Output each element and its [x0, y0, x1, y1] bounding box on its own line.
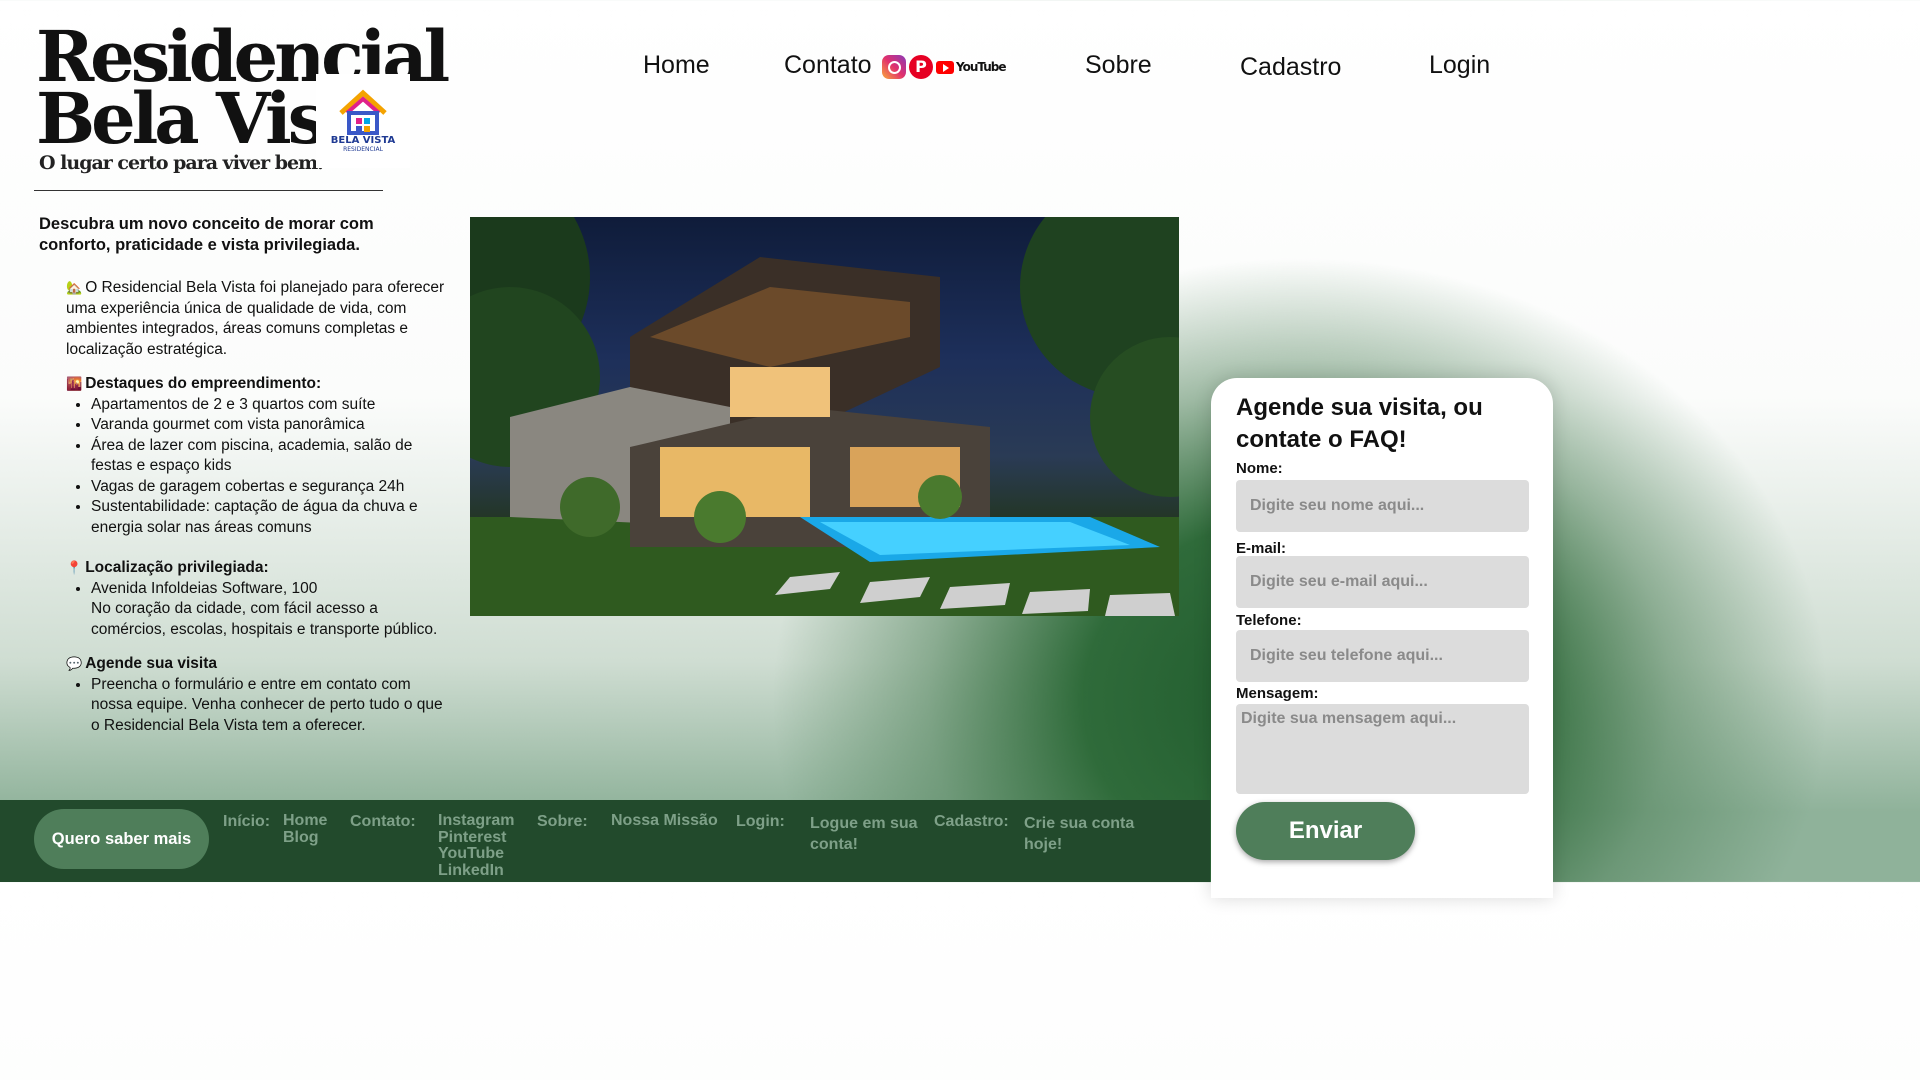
location-title: Localização privilegiada: [85, 559, 269, 576]
footer-link-youtube[interactable]: YouTube [438, 845, 514, 863]
youtube-wordmark: YouTube [956, 60, 1007, 74]
footer-login-links: Logue em sua conta! [810, 813, 930, 855]
footer-contato-label: Contato: [350, 813, 416, 830]
badge-subtitle: RESIDENCIAL [343, 146, 383, 153]
visit-list: Preencha o formulário e entre em contato… [66, 675, 446, 737]
social-links: P YouTube [882, 55, 1007, 79]
city-icon: 🌇 [66, 376, 83, 391]
list-item: Varanda gourmet com vista panorâmica [91, 415, 446, 436]
list-item: Avenida Infoldeias Software, 100 No coraç… [91, 579, 446, 641]
house-logo-icon [339, 89, 387, 135]
highlights-heading: 🌇 Destaques do empreendimento: [66, 374, 446, 395]
logo-badge: BELA VISTA RESIDENCIAL [316, 74, 410, 168]
main-nav: Home Contato Sobre Cadastro Login [0, 48, 1568, 88]
chat-bubble-icon: 💬 [66, 656, 83, 671]
phone-label: Telefone: [1236, 612, 1302, 629]
list-item: Apartamentos de 2 e 3 quartos com suíte [91, 395, 446, 416]
nav-sobre[interactable]: Sobre [1085, 51, 1152, 80]
logo-divider [34, 190, 383, 191]
message-label: Mensagem: [1236, 685, 1319, 702]
location-list: Avenida Infoldeias Software, 100 No coraç… [66, 579, 446, 641]
hero-image [470, 217, 1179, 616]
message-field[interactable] [1236, 704, 1529, 794]
highlights-list: Apartamentos de 2 e 3 quartos com suíte … [66, 395, 446, 539]
about-paragraph: 🏡 O Residencial Bela Vista foi planejado … [66, 278, 446, 360]
location-description: No coração da cidade, com fácil acesso a… [91, 600, 438, 638]
nav-login[interactable]: Login [1429, 51, 1490, 80]
list-item: Preencha o formulário e entre em contato… [91, 675, 446, 737]
footer-sobre-links: Nossa Missão [611, 812, 718, 830]
footer-cadastro-links: Crie sua conta hoje! [1024, 813, 1154, 855]
youtube-play-icon [936, 60, 954, 74]
footer-link-pinterest[interactable]: Pinterest [438, 829, 514, 847]
email-field[interactable] [1236, 556, 1529, 608]
description-content: 🏡 O Residencial Bela Vista foi planejado … [66, 278, 446, 736]
footer-link-linkedin[interactable]: LinkedIn [438, 862, 514, 880]
youtube-icon[interactable]: YouTube [936, 60, 1007, 74]
name-field[interactable] [1236, 480, 1529, 532]
email-label: E-mail: [1236, 540, 1287, 557]
list-item: Área de lazer com piscina, academia, sal… [91, 436, 446, 477]
intro-text: Descubra um novo conceito de morar com c… [39, 215, 374, 254]
list-item: Sustentabilidade: captação de água da ch… [91, 497, 446, 538]
name-label: Nome: [1236, 460, 1283, 477]
instagram-icon[interactable] [882, 55, 906, 79]
location-address: Avenida Infoldeias Software, 100 [91, 579, 318, 597]
nav-contato[interactable]: Contato [784, 51, 872, 80]
footer-login-label: Login: [736, 813, 785, 830]
footer: Quero saber mais Início: Home Blog Conta… [0, 800, 1210, 882]
footer-inicio-label: Início: [223, 813, 271, 830]
footer-link-missao[interactable]: Nossa Missão [611, 812, 718, 830]
footer-link-home[interactable]: Home [283, 812, 327, 830]
footer-sobre-label: Sobre: [537, 813, 588, 830]
visit-title: Agende sua visita [85, 655, 217, 672]
footer-cadastro-label: Cadastro: [934, 813, 1009, 830]
footer-link-instagram[interactable]: Instagram [438, 812, 514, 830]
visit-heading: 💬 Agende sua visita [66, 654, 446, 675]
footer-link-blog[interactable]: Blog [283, 829, 327, 847]
badge-title: BELA VISTA [330, 135, 396, 146]
pinterest-icon[interactable]: P [909, 55, 933, 79]
footer-inicio-links: Home Blog [283, 812, 327, 847]
list-item: Vagas de garagem cobertas e segurança 24… [91, 477, 446, 498]
form-title: Agende sua visita, ou contate o FAQ! [1236, 394, 1483, 453]
footer-link-cadastro[interactable]: Crie sua conta hoje! [1024, 813, 1154, 855]
nav-home[interactable]: Home [643, 51, 710, 80]
house-icon: 🏡 [66, 280, 83, 295]
footer-link-login[interactable]: Logue em sua conta! [810, 813, 930, 855]
footer-contato-links: Instagram Pinterest YouTube LinkedIn [438, 812, 514, 880]
cta-button[interactable]: Quero saber mais [34, 809, 209, 869]
highlights-title: Destaques do empreendimento: [85, 375, 322, 392]
phone-field[interactable] [1236, 630, 1529, 682]
submit-button[interactable]: Enviar [1236, 802, 1415, 860]
about-text: O Residencial Bela Vista foi planejado p… [66, 279, 445, 358]
nav-cadastro[interactable]: Cadastro [1240, 53, 1341, 82]
pin-icon: 📍 [66, 560, 83, 575]
house-render-illustration [470, 217, 1179, 616]
contact-form: Agende sua visita, ou contate o FAQ! Nom… [1211, 378, 1553, 898]
location-heading: 📍 Localização privilegiada: [66, 558, 446, 579]
